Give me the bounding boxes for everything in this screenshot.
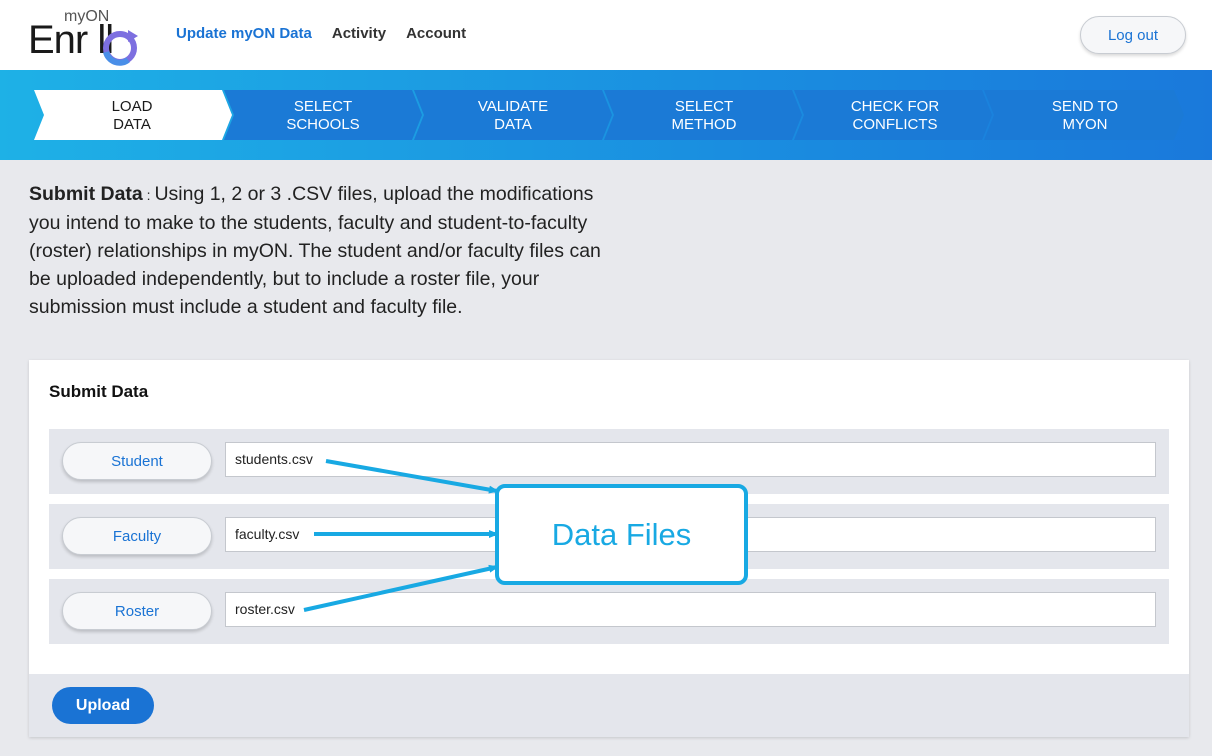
roster-file-field[interactable]: roster.csv — [225, 592, 1156, 627]
card-footer: Upload — [29, 674, 1189, 737]
progress-stepper: LOAD DATA SELECT SCHOOLS VALIDATE DATA S… — [0, 70, 1212, 160]
nav-account[interactable]: Account — [406, 25, 466, 42]
myon-enroll-logo[interactable]: myON Enr ll — [28, 8, 158, 66]
intro-paragraph: Submit Data : Using 1, 2 or 3 .CSV files… — [29, 180, 619, 321]
intro-title: Submit Data — [29, 183, 143, 205]
nav-update-myon-data[interactable]: Update myON Data — [176, 25, 312, 42]
step-validate-data[interactable]: VALIDATE DATA — [438, 98, 588, 134]
sync-icon — [103, 30, 138, 66]
step-send-to-myon[interactable]: SEND TO MYON — [1010, 98, 1160, 134]
card-title: Submit Data — [49, 382, 149, 401]
step-select-method[interactable]: SELECT METHOD — [629, 98, 779, 134]
top-bar: myON Enr ll Update myON Data Activity Ac… — [0, 0, 1212, 70]
upload-button[interactable]: Upload — [52, 687, 154, 724]
roster-file-button[interactable]: Roster — [62, 592, 212, 630]
step-check-for-conflicts[interactable]: CHECK FOR CONFLICTS — [820, 98, 970, 134]
main-nav: Update myON Data Activity Account — [176, 25, 466, 42]
logout-button[interactable]: Log out — [1080, 16, 1186, 54]
step-load-data[interactable]: LOAD DATA — [57, 98, 207, 134]
faculty-file-button[interactable]: Faculty — [62, 517, 212, 555]
student-file-button[interactable]: Student — [62, 442, 212, 480]
data-files-callout: Data Files — [495, 484, 748, 585]
file-row-roster: Roster roster.csv — [49, 579, 1169, 644]
intro-separator: : — [142, 187, 155, 203]
step-select-schools[interactable]: SELECT SCHOOLS — [248, 98, 398, 134]
student-file-field[interactable]: students.csv — [225, 442, 1156, 477]
nav-activity[interactable]: Activity — [332, 25, 386, 42]
